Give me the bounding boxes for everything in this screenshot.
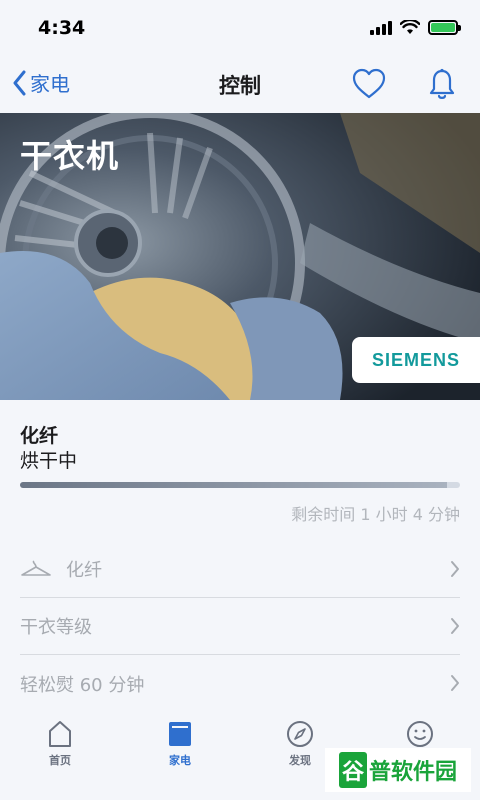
- favorite-heart-icon[interactable]: [352, 68, 386, 100]
- setting-label: 轻松熨 60 分钟: [20, 674, 145, 696]
- watermark-first-char: 谷: [338, 752, 367, 788]
- progress-bar: [20, 482, 460, 488]
- setting-label: 化纤: [66, 560, 102, 581]
- tab-label: 首页: [49, 754, 71, 767]
- back-button-label: 家电: [30, 72, 70, 96]
- compass-icon: [287, 721, 313, 747]
- wifi-icon: [400, 20, 420, 34]
- cellular-signal-icon: [370, 20, 392, 35]
- back-button[interactable]: 家电: [12, 68, 70, 97]
- watermark-text: 普软件园: [369, 760, 458, 785]
- tab-appliances[interactable]: 家电: [140, 720, 220, 768]
- chevron-right-icon: [451, 561, 459, 577]
- notification-bell-icon[interactable]: [428, 68, 456, 102]
- chevron-right-icon: [451, 618, 459, 634]
- page-title: 控制: [219, 74, 261, 98]
- hanger-icon: [21, 560, 51, 576]
- tab-home[interactable]: 首页: [20, 720, 100, 768]
- battery-icon: [428, 20, 461, 35]
- status-bar: 4:34: [0, 0, 480, 56]
- appliance-title: 干衣机: [20, 137, 120, 175]
- setting-label: 干衣等级: [20, 617, 92, 638]
- setting-row-dry-level[interactable]: 干衣等级: [20, 598, 460, 655]
- status-time: 4:34: [38, 17, 86, 39]
- nav-bar: 家电 控制: [0, 56, 480, 113]
- status-icons: [370, 20, 461, 35]
- brand-logo: SIEMENS: [352, 337, 480, 383]
- smiley-icon: [407, 721, 433, 747]
- watermark-logo: 谷 普软件园: [325, 748, 471, 792]
- hero-image: 干衣机 SIEMENS: [0, 113, 480, 400]
- tab-label: 家电: [169, 754, 191, 767]
- progress-bar-fill: [20, 482, 447, 488]
- tab-label: 发现: [289, 754, 311, 767]
- chevron-right-icon: [451, 675, 459, 691]
- home-icon: [49, 721, 71, 747]
- setting-row-easy-iron[interactable]: 轻松熨 60 分钟: [20, 655, 460, 712]
- appliance-icon: [169, 722, 191, 746]
- chevron-left-icon: [13, 70, 26, 95]
- program-name: 化纤: [20, 425, 59, 447]
- setting-row-program[interactable]: 化纤: [20, 541, 460, 598]
- program-status: 烘干中: [20, 450, 78, 472]
- remaining-time: 剩余时间 1 小时 4 分钟: [291, 505, 460, 524]
